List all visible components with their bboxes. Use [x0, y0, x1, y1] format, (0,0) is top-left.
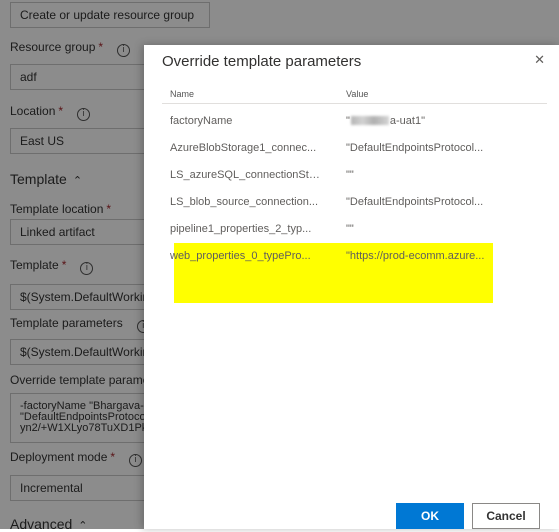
header-divider	[162, 103, 547, 104]
param-value[interactable]: "https://prod-ecomm.azure...	[346, 247, 496, 265]
param-name: pipeline1_properties_2_typ...	[170, 223, 312, 235]
param-name: LS_blob_source_connection...	[170, 196, 318, 208]
param-value[interactable]: "DefaultEndpointsProtocol...	[346, 193, 496, 211]
redacted-text	[350, 116, 389, 125]
column-header-value: Value	[346, 89, 369, 99]
param-name: LS_azureSQL_connectionStr...	[170, 169, 320, 181]
param-value[interactable]: ""	[346, 220, 496, 238]
param-name: web_properties_0_typePro...	[170, 250, 311, 262]
param-value[interactable]: " a-uat1"	[346, 112, 496, 130]
param-name: AzureBlobStorage1_connec...	[170, 142, 317, 154]
ok-button[interactable]: OK	[396, 503, 464, 529]
override-parameters-dialog: Override template parameters ✕ Name Valu…	[144, 45, 559, 529]
table-row[interactable]: web_properties_0_typePro... "https://pro…	[144, 247, 559, 274]
column-header-name: Name	[170, 89, 195, 99]
param-value[interactable]: ""	[346, 166, 496, 184]
param-value[interactable]: "DefaultEndpointsProtocol...	[346, 139, 496, 157]
table-row[interactable]: factoryName " a-uat1"	[144, 112, 559, 139]
dialog-title: Override template parameters	[162, 53, 362, 70]
cancel-button[interactable]: Cancel	[472, 503, 540, 529]
table-row[interactable]: LS_blob_source_connection... "DefaultEnd…	[144, 193, 559, 220]
param-value-suffix: a-uat1"	[389, 115, 426, 127]
table-row[interactable]: AzureBlobStorage1_connec... "DefaultEndp…	[144, 139, 559, 166]
close-icon[interactable]: ✕	[534, 53, 545, 68]
param-value-prefix: "	[346, 115, 350, 127]
param-name: factoryName	[170, 115, 233, 127]
table-row[interactable]: LS_azureSQL_connectionStr... ""	[144, 166, 559, 193]
table-row[interactable]: pipeline1_properties_2_typ... ""	[144, 220, 559, 247]
